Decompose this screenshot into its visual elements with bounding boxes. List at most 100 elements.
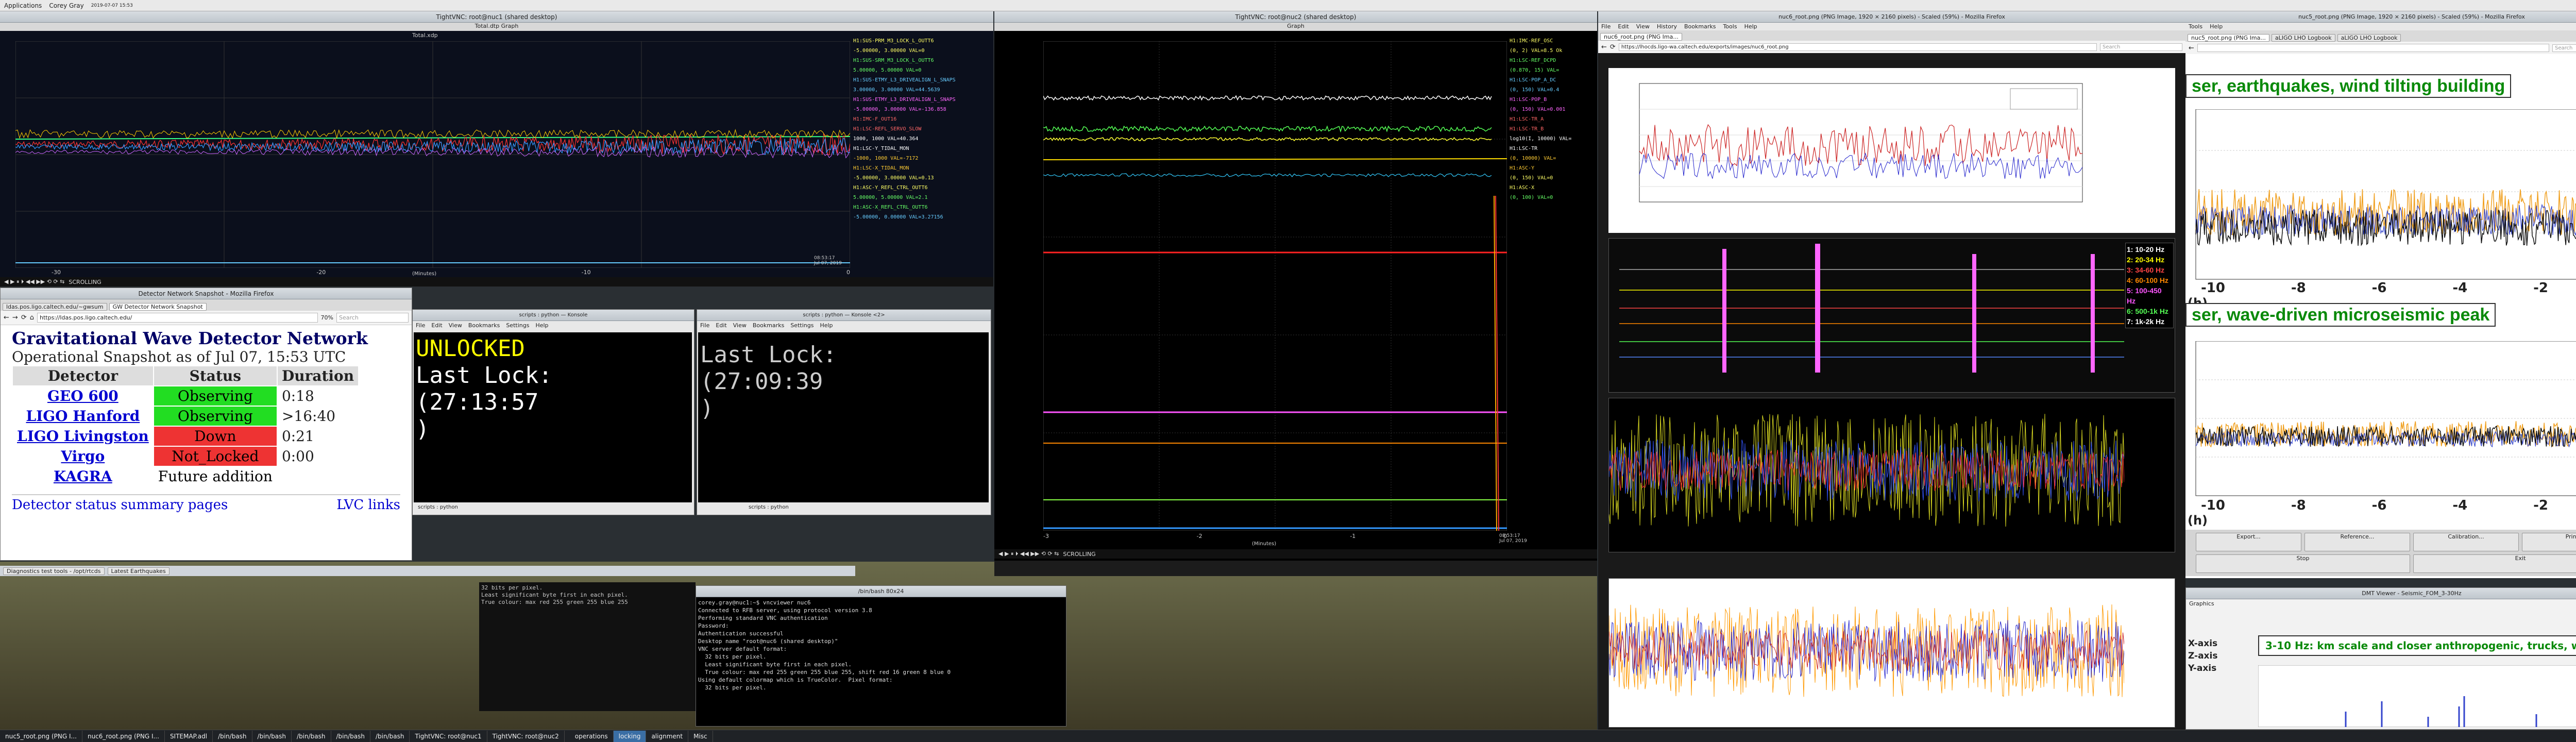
taskbar-item[interactable]: nuc6_root.png (PNG I... — [82, 730, 165, 742]
applications-menu[interactable]: Applications — [4, 2, 42, 9]
detector-summary-link[interactable]: Detector status summary pages — [12, 497, 228, 513]
scroll-toolbar[interactable]: ◀ ▶ ⏸ ⏵ ◀◀ ▶▶ ⟲ ⟳ ⇆ SCROLLING — [994, 549, 1597, 559]
menu-settings[interactable]: Settings — [506, 322, 529, 329]
terminal-line: Connected to RFB server, using protocol … — [698, 607, 872, 614]
menu-help[interactable]: Help — [2210, 23, 2223, 30]
col-header: Detector — [47, 367, 118, 384]
terminal-tab[interactable]: scripts : python — [418, 504, 458, 510]
taskbar-item[interactable]: /bin/bash — [331, 730, 370, 742]
workspace-operations[interactable]: operations — [570, 730, 614, 742]
workspace-locking[interactable]: locking — [613, 730, 647, 742]
small-terminal[interactable]: 32 bits per pixel. Least significant byt… — [479, 582, 696, 711]
menu-bookmarks[interactable]: Bookmarks — [1684, 23, 1716, 30]
menu-settings[interactable]: Settings — [790, 322, 814, 329]
detector-link[interactable]: GEO 600 — [47, 387, 118, 404]
export-button[interactable]: Export... — [2196, 533, 2301, 551]
print-button[interactable]: Print... — [2522, 533, 2576, 551]
konsole-2-terminal[interactable]: Last Lock: (27:09:39 ) — [698, 332, 989, 502]
ff-nuc5-titlebar[interactable]: nuc5_root.png (PNG Image, 1920 × 2160 pi… — [2185, 11, 2576, 23]
search-input[interactable]: Search — [336, 313, 409, 323]
menu-file[interactable]: File — [700, 322, 709, 329]
menu-file[interactable]: File — [416, 322, 425, 329]
taskbar-item[interactable]: SITEMAP.adl — [165, 730, 213, 742]
vnc-mid-titlebar[interactable]: TightVNC: root@nuc2 (shared desktop) — [994, 11, 1597, 23]
search-input[interactable]: Search — [2100, 43, 2182, 51]
gw-browser-titlebar[interactable]: Detector Network Snapshot - Mozilla Fire… — [1, 288, 412, 299]
vnc-left-titlebar[interactable]: TightVNC: root@nuc1 (shared desktop) — [0, 11, 993, 23]
lvc-links[interactable]: LVC links — [336, 497, 400, 513]
menu-view[interactable]: View — [733, 322, 747, 329]
menu-edit[interactable]: Edit — [1618, 23, 1629, 30]
menu-tools[interactable]: Tools — [1723, 23, 1737, 30]
back-icon[interactable]: ← — [2189, 44, 2194, 52]
url-bar[interactable] — [2197, 44, 2549, 52]
reload-icon[interactable]: ⟳ — [21, 314, 27, 322]
url-bar[interactable]: https://lhocds.ligo-wa.caltech.edu/expor… — [1618, 43, 2097, 51]
menu-view[interactable]: View — [449, 322, 462, 329]
taskbar-item[interactable]: nuc5_root.png (PNG I... — [0, 730, 82, 742]
menu-bookmarks[interactable]: Bookmarks — [753, 322, 784, 329]
search-input[interactable]: Search — [2552, 44, 2576, 52]
konsole-1-window: scripts : python — Konsole File Edit View B… — [412, 309, 694, 515]
terminal-line: Least significant byte first in each pix… — [698, 661, 852, 668]
tab-gw-snapshot[interactable]: GW Detector Network Snapshot — [109, 303, 207, 311]
konsole-2-titlebar[interactable]: scripts : python — Konsole <2> — [697, 310, 991, 321]
detector-link[interactable]: LIGO Hanford — [26, 408, 140, 425]
reload-icon[interactable]: ⟳ — [1610, 43, 1616, 51]
taskbar-item[interactable]: /bin/bash — [213, 730, 252, 742]
terminal-tab[interactable]: scripts : python — [749, 504, 789, 510]
stop-button[interactable]: Stop — [2196, 554, 2410, 573]
menu-help[interactable]: Help — [1744, 23, 1757, 30]
bash-titlebar[interactable]: /bin/bash 80x24 — [696, 586, 1066, 597]
taskbar-item[interactable]: /bin/bash — [292, 730, 331, 742]
menu-bookmarks[interactable]: Bookmarks — [468, 322, 500, 329]
reference-button[interactable]: Reference... — [2304, 533, 2410, 551]
tab-gwsum[interactable]: ldas.pos.ligo.caltech.edu/~gwsum — [3, 303, 107, 311]
konsole-1-terminal[interactable]: UNLOCKED Last Lock: (27:13:57 ) — [414, 332, 692, 502]
menu-view[interactable]: View — [1636, 23, 1650, 30]
menu-edit[interactable]: Edit — [716, 322, 726, 329]
scroll-toolbar[interactable]: ◀ ▶ ⏸ ⏵ ◀◀ ▶▶ ⟲ ⟳ ⇆ SCROLLING — [0, 277, 993, 286]
workspace-misc[interactable]: Misc — [688, 730, 713, 742]
legend-entry: (0, 100) VAL=0 — [1510, 195, 1553, 200]
detector-link[interactable]: Virgo — [61, 448, 105, 465]
diag-tab[interactable]: Diagnostics test tools - /opt/rtcds — [3, 567, 105, 575]
dmt-menu[interactable]: Graphics — [2186, 599, 2576, 608]
menu-help[interactable]: Help — [820, 322, 833, 329]
ff-nuc6-titlebar[interactable]: nuc6_root.png (PNG Image, 1920 × 2160 pi… — [1598, 11, 2185, 23]
play-icon[interactable]: ◀ ▶ ⏸ ⏵ ◀◀ ▶▶ ⟲ ⟳ ⇆ — [4, 278, 64, 285]
menu-tools[interactable]: Tools — [2189, 23, 2202, 30]
back-icon[interactable]: ← — [4, 314, 9, 322]
tab-nuc5[interactable]: nuc5_root.png (PNG Ima... — [2188, 34, 2269, 42]
exit-button[interactable]: Exit — [2413, 554, 2576, 573]
forward-icon[interactable]: → — [12, 314, 18, 322]
vnc-mid-plot-area[interactable]: H1:IMC-REF_OSC (0, 2) VAL=8.5 Ok H1:LSC-RE… — [994, 31, 1597, 561]
detector-link[interactable]: LIGO Livingston — [17, 428, 149, 445]
taskbar-item[interactable]: /bin/bash — [370, 730, 410, 742]
tab-nuc6[interactable]: nuc6_root.png (PNG Ima... — [1600, 33, 1682, 41]
url-bar[interactable]: https://ldas.pos.ligo.caltech.edu/ — [37, 313, 318, 323]
taskbar-item[interactable]: TightVNC: root@nuc2 — [487, 730, 565, 742]
play-icon[interactable]: ◀ ▶ ⏸ ⏵ ◀◀ ▶▶ ⟲ ⟳ ⇆ — [998, 550, 1059, 558]
vnc-left-plot-area[interactable]: Total.xdp H1:SUS-PRM_M3_LOCK_L_OUTT6 -5.0… — [0, 31, 993, 277]
menu-help[interactable]: Help — [535, 322, 548, 329]
nav-toolbar: ← Search — [2185, 42, 2576, 54]
bash-terminal[interactable]: corey.gray@nuc1:~$ vncviewer nuc6 Connect… — [696, 597, 1066, 726]
calibration-button[interactable]: Calibration... — [2413, 533, 2519, 551]
menu-edit[interactable]: Edit — [431, 322, 442, 329]
menu-file[interactable]: File — [1601, 23, 1611, 30]
back-icon[interactable]: ← — [1601, 43, 1607, 51]
tab-logbook-2[interactable]: aLIGO LHO Logbook — [2337, 34, 2401, 42]
menu-history[interactable]: History — [1657, 23, 1677, 30]
konsole-1-titlebar[interactable]: scripts : python — Konsole — [413, 310, 694, 321]
earthquakes-tab[interactable]: Latest Earthquakes — [107, 567, 170, 575]
detector-link[interactable]: KAGRA — [54, 468, 112, 485]
taskbar-item[interactable]: /bin/bash — [252, 730, 292, 742]
user-name[interactable]: Corey Gray — [49, 2, 83, 9]
taskbar-item[interactable]: TightVNC: root@nuc1 — [410, 730, 487, 742]
zoom-level[interactable]: 70% — [321, 314, 333, 321]
tab-logbook[interactable]: aLIGO LHO Logbook — [2271, 34, 2335, 42]
home-icon[interactable]: ⌂ — [30, 314, 34, 322]
dmt-titlebar[interactable]: DMT Viewer - Seismic_FOM_3-30Hz — [2186, 588, 2576, 599]
workspace-alignment[interactable]: alignment — [646, 730, 689, 742]
